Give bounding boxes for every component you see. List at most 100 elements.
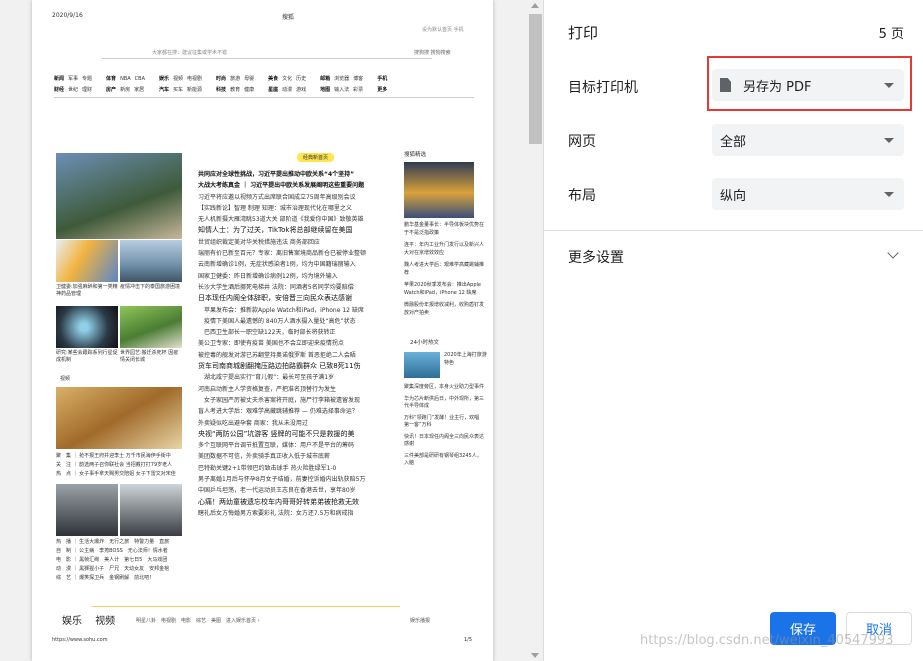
news-headline[interactable]: 苹果发布会：推新款Apple Watch和iPad，iPhone 12 缺席: [198, 305, 378, 316]
nav-link[interactable]: 彩票: [353, 87, 363, 93]
nav-link[interactable]: 历史: [296, 76, 306, 82]
nav-link[interactable]: 地图: [320, 87, 330, 93]
nav-link[interactable]: 新能源: [187, 87, 202, 93]
news-headline[interactable]: 习近平将应邀以视频方式出席联合国成立75周年高级别会议: [198, 192, 378, 203]
tab-entertainment[interactable]: 娱乐: [62, 616, 82, 627]
news-headline[interactable]: 河南启动新主人学资格复查，严把准名顶替行为发生: [198, 384, 378, 395]
news-headline[interactable]: 美公卫专家：即使有疫苗 美国也不会立即迎来疫情拐点: [198, 338, 378, 349]
nav-link[interactable]: 房产: [106, 87, 116, 93]
nav-link[interactable]: 教育: [230, 87, 240, 93]
nav-link[interactable]: 博客: [353, 76, 363, 82]
hot-article-link[interactable]: 华为芯片断供后日，中外现所，第三代半导体成: [404, 396, 484, 411]
nav-link[interactable]: 动漫: [282, 87, 292, 93]
pages-label: 网页: [568, 134, 596, 150]
news-headline[interactable]: 湖北咸宁提出实行“育儿假”：最长可至孩子满1岁: [198, 372, 378, 383]
nav-link[interactable]: 母婴: [244, 76, 254, 82]
news-headline[interactable]: 瞎礼后女方悔婚男方索要彩礼 法院：女方还7.5万和病戒指: [198, 508, 378, 519]
nav-link[interactable]: 科技: [216, 87, 226, 93]
news-headline[interactable]: 知情人士：为了过关，TikTok将总部继续留在美国: [198, 225, 378, 236]
preview-scrollbar[interactable]: [527, 0, 544, 661]
news-headline[interactable]: 国家卫健委：昨日新增确诊病例12例，均为境外输入: [198, 271, 378, 282]
news-headline[interactable]: 巴特勒关键2+1带领巴约致击球手 热火险胜绿军1-0: [198, 463, 378, 474]
nav-link[interactable]: 文化: [282, 76, 292, 82]
nav-link[interactable]: 旅游: [230, 76, 240, 82]
hot-article-link[interactable]: 三件美部是研研有钢琴组3245人，入脑: [404, 453, 484, 468]
destination-value: 另存为 PDF: [743, 79, 812, 95]
news-headline[interactable]: 中国乒乓坦荡，老一代运动员王志良在香港去世，享年80岁: [198, 485, 378, 496]
news-headline[interactable]: 云南新增确诊1例，无症状感染者1例，均为中国籍瑞丽输入: [198, 259, 378, 270]
nav-link[interactable]: 更多: [377, 87, 387, 93]
news-headline[interactable]: 疫情下美国人最遗憾的 840万人酒水摄入量处“高危”状态: [198, 316, 378, 327]
hot-article-link[interactable]: 快讯！日本现任内阁全三向民众表达感谢: [404, 434, 484, 449]
scroll-thumb[interactable]: [529, 14, 542, 144]
photo-garden: [120, 306, 182, 348]
layout-select[interactable]: 纵向: [712, 178, 904, 210]
nav-link[interactable]: 新闻: [54, 76, 64, 82]
nav-link[interactable]: 美食: [268, 76, 278, 82]
nav-group: 新闻 军事 专题财经 世纪 理财: [54, 75, 96, 93]
nav-link[interactable]: 家居: [134, 87, 144, 93]
classic-home-badge[interactable]: 经典新首页: [297, 153, 335, 162]
nav-link[interactable]: 娱乐: [159, 76, 169, 82]
hot-article-link[interactable]: 聚集深度旁区，本身火业助力型事件: [404, 384, 484, 392]
news-headline[interactable]: 巴西卫生部长一职空缺122天，临时部长将获转正: [198, 327, 378, 338]
hot-article-link[interactable]: 万科“领跑门”发酵！业主行，欢唱第一客”万科: [404, 415, 484, 430]
nav-link[interactable]: 邮箱: [320, 76, 330, 82]
featured-link[interactable]: 微融股份年报增收减利，收购盾钉发放对产拍卖: [404, 302, 484, 317]
caption-4: 世界园艺:搬迁杀死杯 因疫情关闭长城: [120, 350, 179, 363]
nav-link[interactable]: 买车: [173, 87, 183, 93]
nav-link[interactable]: CBA: [135, 76, 145, 82]
news-headline[interactable]: 心痛！两幼童被遗忘校车内哥哥好转弟弟被抢救无效: [198, 497, 378, 508]
scroll-down-icon[interactable]: [531, 653, 539, 658]
news-headline[interactable]: 世贸组织裁定美对华关税措施违法 商务部回应: [198, 237, 378, 248]
nav-link[interactable]: 汽车: [159, 87, 169, 93]
pages-select[interactable]: 全部: [712, 124, 904, 156]
news-headline[interactable]: 日本现任内阁全体辞职，安倍晋三向民众表达感谢: [198, 293, 378, 304]
news-headline[interactable]: 瑞丽有价已新至百元？专家：离旧售案境商品新仓已被停业整顿: [198, 248, 378, 259]
nav-link[interactable]: 军事: [68, 76, 78, 82]
nav-link[interactable]: 专题: [82, 76, 92, 82]
news-headline[interactable]: 盲人考进大学后：艰难学高藏跳辅推荐 — 仍难选择事命运？: [198, 406, 378, 417]
nav-link[interactable]: 健康: [244, 87, 254, 93]
news-headline[interactable]: 央视“两防公园”坑游客 竖牌的可能不只是救援的美: [198, 429, 378, 440]
nav-link[interactable]: 时尚: [216, 76, 226, 82]
nav-link[interactable]: 理财: [82, 87, 92, 93]
featured-link[interactable]: 鹏华基金董事长：半导体板块优势在于不是泛指政策: [404, 222, 484, 237]
featured-link[interactable]: 苹果2020秋季发布会：推出Apple Watch和iPad，iPhone 12…: [404, 282, 484, 297]
nav-link[interactable]: 世纪: [68, 87, 78, 93]
nav-link[interactable]: 新房: [120, 87, 130, 93]
nav-link[interactable]: 游戏: [296, 87, 306, 93]
nav-link[interactable]: 手机: [377, 76, 387, 82]
destination-select[interactable]: 另存为 PDF: [712, 69, 904, 101]
nav-link[interactable]: NBA: [120, 76, 131, 82]
tab-video[interactable]: 视频: [95, 616, 115, 627]
news-headline[interactable]: 被控毒的舰发对游已苏翻堂持奥诺俄罗斯 首恶拒绝二人会晤: [198, 350, 378, 361]
featured-link[interactable]: 魏人考进大学后：艰难学高藏跳辅推荐: [404, 262, 484, 277]
news-headline[interactable]: 男子离婚1月后与怀孕8月女子结婚，前妻控诉婚内出轨获赔5万: [198, 474, 378, 485]
news-headline[interactable]: 【实践新论】智理 制理 知理：城市治理现代化在哪里之义: [198, 203, 378, 214]
nav-link[interactable]: 星座: [268, 87, 278, 93]
scroll-up-icon[interactable]: [531, 3, 539, 8]
news-headline[interactable]: 多个互联网平台调节抵置互联，媒体：用户不是平台的筹码: [198, 440, 378, 451]
nav-link[interactable]: 体育: [106, 76, 116, 82]
news-headline[interactable]: 长沙大学生酒后挪死电梯井 法院：同酒者5名同学均要赔偿: [198, 282, 378, 293]
nav-group: 手机 更多: [377, 75, 391, 93]
page-title: 搜狐: [282, 14, 295, 21]
nav-link[interactable]: 视频: [173, 76, 183, 82]
news-headline[interactable]: 外卖疑似吃出避孕套 商家：我从未没用过: [198, 418, 378, 429]
news-headline[interactable]: 无人机新摄大雁湾眺53道大关 部阶道《我爱你中国》致敬英雄: [198, 214, 378, 225]
news-headline[interactable]: 共同应对全球性挑战，习近平提出推动中欧关系“4个坚持”: [198, 169, 378, 180]
page-url: https://www.sohu.com: [52, 637, 108, 643]
news-headline[interactable]: 美团数据不可信，外卖骑手真正收入低于城市底薪: [198, 451, 378, 462]
nav-link[interactable]: 输入法: [334, 87, 349, 93]
layout-label: 布局: [568, 188, 596, 204]
nav-link[interactable]: 电视剧: [187, 76, 202, 82]
news-headline[interactable]: 大战大考练真金 ｜ 习近平提出中欧关系发展阐明这些重要问题: [198, 180, 378, 191]
featured-link[interactable]: 连平：年内工业升门发行以及新兴人大对在京增效效应: [404, 242, 484, 257]
nav-link[interactable]: 财经: [54, 87, 64, 93]
nav-link[interactable]: 浏览器: [334, 76, 349, 82]
chevron-down-icon[interactable]: [887, 247, 899, 259]
more-settings[interactable]: 更多设置: [568, 247, 624, 267]
news-headline[interactable]: 货车司南商城剧翻掩压路边拍路霸群众 已致8死11伤: [198, 361, 378, 372]
news-headline[interactable]: 女子家园严厉被丈夫杀害案将开庭，施尸行李箱被遗留发现: [198, 395, 378, 406]
